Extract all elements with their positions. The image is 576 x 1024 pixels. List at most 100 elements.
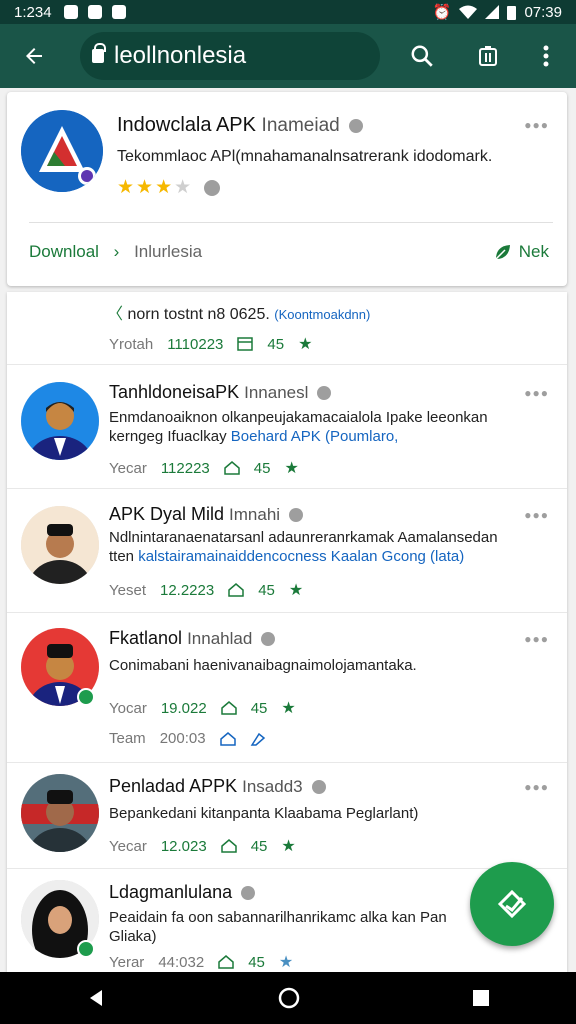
item-meta: Yecar 12.023 45 ★: [109, 836, 296, 856]
item-subtitle: Imnahi: [229, 505, 281, 524]
date: 112223: [160, 459, 210, 477]
overflow-menu-button[interactable]: [526, 36, 566, 76]
list-item[interactable]: Penladad APPK Insadd3 ●●● Bepankedani ki…: [7, 762, 567, 869]
featured-app-title: Indowclala APK Inameiad: [117, 114, 364, 137]
year-label: Yecar: [109, 459, 147, 477]
verified-badge: [77, 940, 95, 958]
nav-back-button[interactable]: [86, 988, 106, 1008]
count: 45: [250, 837, 268, 855]
star-icon: ★: [155, 177, 175, 198]
link-icon[interactable]: [250, 732, 266, 746]
star-icon: ★: [281, 838, 296, 855]
avatar: [21, 774, 99, 852]
partial-line: 〈 norn tostnt n8 0625. (Koontmoakdnn): [107, 306, 371, 323]
next-button[interactable]: Nek: [493, 242, 549, 262]
nav-recents-button[interactable]: [472, 989, 490, 1007]
search-button[interactable]: [402, 36, 442, 76]
star-icon: ★: [288, 582, 304, 599]
item-title-text: APK Dyal Mild: [109, 504, 225, 524]
desc-link[interactable]: kalstairamainaiddencocness Kaalan Gcong …: [138, 548, 464, 565]
tabs-icon: [479, 46, 497, 66]
info-icon: [241, 886, 256, 901]
screenshot-icon: [111, 5, 126, 19]
app-notification-icon: [87, 5, 102, 19]
desc-line: Enmdanoaiknon olkanpeujakamacaialola Ipa…: [109, 409, 488, 426]
item-meta: Yecar 112223 45 ★: [109, 458, 299, 478]
url-text: leollnonlesia: [114, 42, 247, 69]
share-fab-button[interactable]: [470, 862, 554, 946]
year-label: Yerar: [109, 953, 145, 971]
avatar: [21, 506, 99, 584]
star-empty-icon: ★: [174, 177, 194, 198]
lock-icon: [92, 43, 106, 63]
count: 45: [253, 459, 271, 477]
year-label: Yocar: [109, 699, 147, 717]
info-icon: [311, 780, 326, 795]
download-link[interactable]: Downloal: [29, 242, 99, 261]
more-options-icon[interactable]: ●●●: [524, 508, 549, 522]
star-icon: ★: [298, 336, 313, 353]
info-icon: [289, 508, 304, 523]
calendar-icon: [237, 337, 254, 351]
more-options-icon[interactable]: ●●●: [524, 386, 549, 400]
browser-toolbar: leollnonlesia: [0, 24, 576, 88]
item-description: Enmdanoaiknon olkanpeujakamacaialola Ipa…: [109, 408, 549, 446]
desc-line: Bepankedani kitanpanta Klaabama Peglarla…: [109, 805, 419, 822]
more-options-icon[interactable]: ●●●: [524, 632, 549, 646]
status-bar: 1:234 ⏰ 07:39: [0, 0, 576, 24]
home-icon: [218, 955, 234, 969]
desc-line: kerngeg Ifuaclkay: [109, 428, 227, 445]
verified-badge: [77, 688, 95, 706]
home-icon: [220, 701, 237, 715]
item-title-text: TanhldoneisaPK: [109, 382, 240, 402]
featured-description: Tekommlaoc APl(mnahamanalnsatrerank idod…: [117, 148, 493, 165]
tabs-button[interactable]: [468, 36, 508, 76]
item-title-text: Fkatlanol: [109, 628, 183, 648]
item-subtitle: Innahlad: [187, 629, 253, 648]
item-meta-extra: Team 200:03: [109, 730, 266, 747]
location-link[interactable]: Inlurlesia: [134, 242, 202, 261]
year-label: Yrotah: [109, 335, 154, 353]
arrow-left-icon: [26, 48, 42, 64]
nav-home-button[interactable]: [278, 987, 300, 1009]
item-title: TanhldoneisaPK Innanesl: [109, 382, 332, 403]
item-title: Penladad APPK Insadd3: [109, 776, 326, 797]
count: 45: [250, 699, 268, 717]
status-clock: 07:39: [524, 3, 562, 21]
year-label: Yeset: [109, 581, 146, 599]
desc-line: Ndlnintaranaenatarsanl adaunreranrkamak …: [109, 529, 498, 546]
year-label: Yecar: [109, 837, 147, 855]
chevron-right-icon: ›: [113, 242, 120, 261]
share-icon[interactable]: [219, 731, 236, 746]
list-item[interactable]: 〈 norn tostnt n8 0625. (Koontmoakdnn) Yr…: [7, 292, 567, 365]
list-item[interactable]: TanhldoneisaPK Innanesl ●●● Enmdanoaikno…: [7, 368, 567, 489]
status-time: 1:234: [14, 3, 52, 21]
count: 45: [267, 335, 285, 353]
share-icon: [497, 889, 527, 919]
list-item[interactable]: APK Dyal Mild Imnahi ●●● Ndlnintaranaena…: [7, 488, 567, 613]
star-icon: ★: [278, 954, 294, 971]
desc-line: Conimabani haenivanaibagnaimolojamantaka…: [109, 657, 417, 674]
wifi-icon: [459, 5, 478, 19]
url-bar[interactable]: leollnonlesia: [80, 32, 380, 80]
item-title: APK Dyal Mild Imnahi: [109, 504, 304, 525]
featured-title-text: Indowclala APK: [117, 114, 256, 136]
notification-icon: [63, 5, 78, 19]
desc-link[interactable]: Boehard APK (Poumlaro,: [231, 428, 399, 445]
avatar: [21, 382, 99, 460]
item-meta: Yeset 12.2223 45 ★: [109, 580, 303, 600]
info-icon: [317, 386, 332, 401]
more-options-icon[interactable]: ●●●: [524, 118, 549, 132]
info-icon[interactable]: [349, 118, 364, 133]
list-item[interactable]: Fkatlanol Innahlad ●●● Conimabani haeniv…: [7, 612, 567, 763]
date: 19.022: [160, 699, 207, 717]
more-options-icon[interactable]: ●●●: [524, 780, 549, 794]
next-label: Nek: [518, 242, 549, 261]
app-logo: [21, 110, 103, 192]
featured-app-card[interactable]: Indowclala APK Inameiad ●●● Tekommlaoc A…: [7, 92, 567, 286]
count: 45: [248, 953, 265, 971]
back-button[interactable]: [6, 28, 62, 84]
divider: [29, 222, 553, 223]
info-icon: [261, 632, 276, 647]
item-title-text: Ldagmanlulana: [109, 882, 233, 902]
